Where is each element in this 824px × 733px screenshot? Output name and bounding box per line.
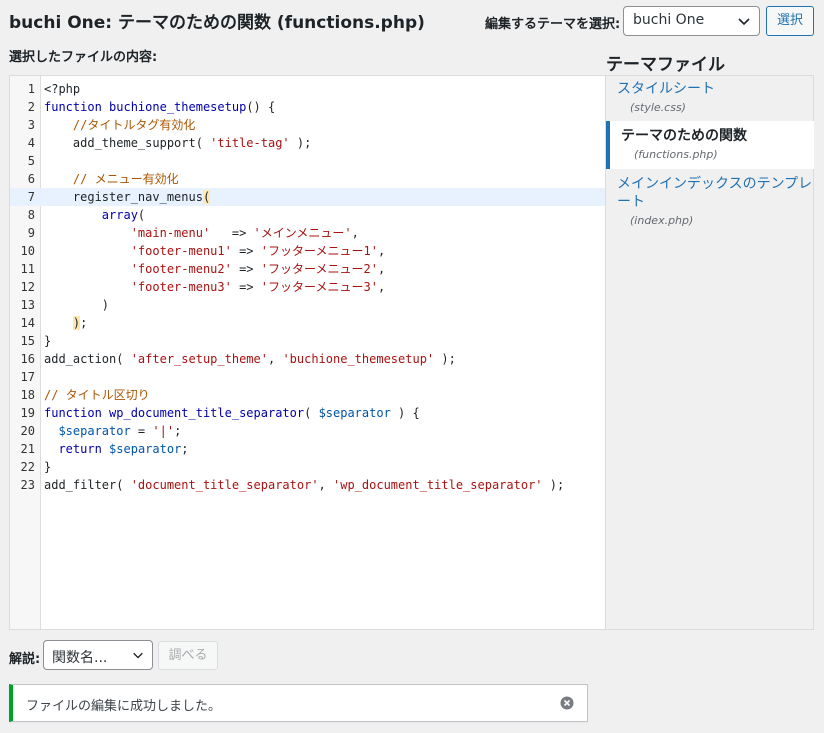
code-line[interactable]: 12 'footer-menu3' => 'フッターメニュー3',	[10, 278, 605, 296]
file-name: (functions.php)	[634, 148, 718, 161]
code-line[interactable]: 3 //タイトルタグ有効化	[10, 116, 605, 134]
chevron-down-icon	[738, 18, 750, 26]
code-line[interactable]: 19 function wp_document_title_separator( …	[10, 404, 605, 422]
file-label[interactable]: メインインデックスのテンプレート	[617, 175, 814, 211]
code-text: }	[44, 334, 52, 348]
code-line[interactable]: 7 register_nav_menus(	[10, 188, 605, 206]
code-line[interactable]: 13 )	[10, 296, 605, 314]
code-line[interactable]: 9 'main-menu' => 'メインメニュー',	[10, 224, 605, 242]
code-text: // メニュー有効化	[72, 172, 179, 186]
code-line[interactable]: 2 function buchione_themesetup() {	[10, 98, 605, 116]
line-number: 9	[27, 226, 35, 240]
file-name: (style.css)	[630, 101, 686, 114]
file-item-style-css[interactable]: スタイルシート (style.css)	[606, 80, 814, 114]
code-line[interactable]: 20 $separator = '|';	[10, 422, 605, 440]
code-line[interactable]: 1 <?php	[10, 80, 605, 98]
line-number: 23	[20, 478, 35, 492]
code-text: add_theme_support( 'title-tag' );	[44, 136, 312, 150]
line-number: 6	[27, 172, 35, 186]
file-contents-label: 選択したファイルの内容:	[9, 50, 158, 65]
line-number: 3	[27, 118, 35, 132]
code-line[interactable]: 23 add_filter( 'document_title_separator'…	[10, 476, 605, 494]
theme-select-value: buchi One	[633, 12, 705, 28]
theme-select[interactable]: buchi One	[623, 6, 760, 36]
line-number: 7	[27, 190, 35, 204]
line-number: 8	[27, 208, 35, 222]
line-number: 4	[27, 136, 35, 150]
line-number: 17	[20, 370, 35, 384]
code-text: // タイトル区切り	[44, 388, 150, 402]
code-line[interactable]: 16 add_action( 'after_setup_theme', 'buch…	[10, 350, 605, 368]
page-title: buchi One: テーマのための関数 (functions.php)	[9, 13, 425, 33]
line-number: 18	[20, 388, 35, 402]
documentation-select-value: 関数名...	[52, 650, 108, 666]
code-line[interactable]: 11 'footer-menu2' => 'フッターメニュー2',	[10, 260, 605, 278]
code-line[interactable]: 10 'footer-menu1' => 'フッターメニュー1',	[10, 242, 605, 260]
line-number: 13	[20, 298, 35, 312]
dismiss-icon[interactable]	[560, 696, 574, 710]
file-item-index-php[interactable]: メインインデックスのテンプレート (index.php)	[606, 175, 814, 227]
line-number: 14	[20, 316, 35, 330]
code-line[interactable]: 22}	[10, 458, 605, 476]
code-line[interactable]: 8 array(	[10, 206, 605, 224]
code-text: }	[44, 460, 52, 474]
code-line[interactable]: 15}	[10, 332, 605, 350]
line-number: 11	[20, 262, 35, 276]
select-theme-button[interactable]: 選択	[766, 6, 814, 36]
line-number: 1	[27, 82, 35, 96]
line-number: 16	[20, 352, 35, 366]
line-number: 2	[27, 100, 35, 114]
file-label[interactable]: テーマのための関数	[621, 127, 814, 145]
line-number: 12	[20, 280, 35, 294]
code-line[interactable]: 5	[10, 152, 605, 170]
code-lines: 1 <?php 2 function buchione_themesetup() { 3…	[10, 80, 605, 494]
code-text: array(	[101, 208, 146, 222]
chevron-down-icon	[133, 652, 143, 659]
code-text: );	[72, 316, 88, 330]
line-number: 5	[27, 154, 35, 168]
code-editor[interactable]: 1 <?php 2 function buchione_themesetup() { 3…	[9, 75, 606, 630]
theme-file-list: スタイルシート (style.css) テーマのための関数 (functions…	[606, 75, 814, 630]
code-text: 'main-menu' => 'メインメニュー',	[130, 226, 359, 240]
code-text: add_action( 'after_setup_theme', 'buchio…	[44, 352, 456, 366]
file-name: (index.php)	[630, 214, 694, 227]
code-text: function wp_document_title_separator( $s…	[44, 406, 420, 420]
code-line[interactable]: 4 add_theme_support( 'title-tag' );	[10, 134, 605, 152]
line-number: 21	[20, 442, 35, 456]
success-notice: ファイルの編集に成功しました。	[9, 684, 588, 722]
documentation-label: 解説:	[9, 652, 41, 667]
code-line[interactable]: 21 return $separator;	[10, 440, 605, 458]
code-text: //タイトルタグ有効化	[72, 118, 196, 132]
code-line[interactable]: 17	[10, 368, 605, 386]
theme-files-heading: テーマファイル	[606, 55, 725, 75]
line-number: 22	[20, 460, 35, 474]
code-text: add_filter( 'document_title_separator', …	[44, 478, 565, 492]
code-text: $separator = '|';	[58, 424, 182, 438]
code-text: 'footer-menu2' => 'フッターメニュー2',	[130, 262, 386, 276]
notice-message: ファイルの編集に成功しました。	[26, 699, 222, 714]
file-label[interactable]: スタイルシート	[617, 80, 814, 98]
code-line[interactable]: 18 // タイトル区切り	[10, 386, 605, 404]
line-number: 10	[20, 244, 35, 258]
lookup-button[interactable]: 調べる	[158, 641, 218, 670]
line-number: 15	[20, 334, 35, 348]
code-line[interactable]: 6 // メニュー有効化	[10, 170, 605, 188]
line-number: 20	[20, 424, 35, 438]
documentation-select[interactable]: 関数名...	[43, 640, 153, 670]
code-text: 'footer-menu3' => 'フッターメニュー3',	[130, 280, 386, 294]
code-text: return $separator;	[58, 442, 189, 456]
line-number: 19	[20, 406, 35, 420]
code-line[interactable]: 14 );	[10, 314, 605, 332]
file-item-functions-php[interactable]: テーマのための関数 (functions.php)	[606, 121, 814, 169]
theme-select-label: 編集するテーマを選択:	[485, 17, 621, 32]
code-text: function buchione_themesetup() {	[44, 100, 276, 114]
code-text: 'footer-menu1' => 'フッターメニュー1',	[130, 244, 386, 258]
code-text: )	[44, 298, 110, 312]
code-text: register_nav_menus(	[44, 190, 211, 204]
code-text: <?php	[44, 82, 81, 96]
